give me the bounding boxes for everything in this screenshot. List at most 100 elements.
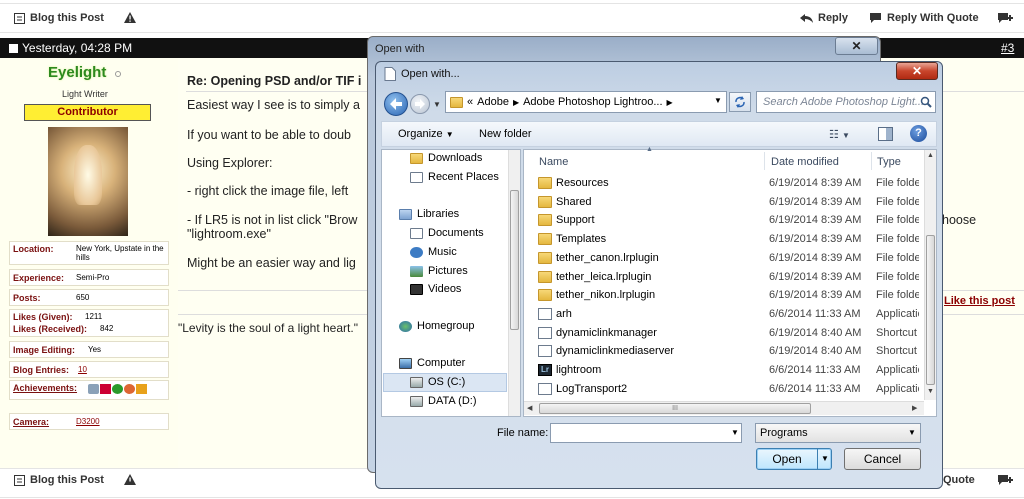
camera-link[interactable]: D3200 <box>76 417 100 426</box>
file-row[interactable]: Resources 6/19/2014 8:39 AM File folder <box>524 174 919 193</box>
like-this-post-link[interactable]: Like this post <box>944 295 1015 307</box>
address-bar[interactable]: « Adobe ▶ Adobe Photoshop Lightroo... ▶ … <box>445 91 727 113</box>
blog-entries-link[interactable]: 10 <box>78 365 87 374</box>
nav-item-documents[interactable]: Documents <box>410 227 484 239</box>
nav-item-data-d[interactable]: DATA (D:) <box>410 395 476 407</box>
nav-item-computer[interactable]: Computer <box>399 357 465 369</box>
file-row[interactable]: Templates 6/19/2014 8:39 AM File folder <box>524 230 919 249</box>
list-horizontal-scrollbar[interactable]: ◀ III ▶ <box>524 401 924 415</box>
breadcrumb-lightroom[interactable]: Adobe Photoshop Lightroo... <box>523 96 662 108</box>
reply-with-quote-button[interactable]: Reply With Quote <box>869 12 979 24</box>
nav-item-homegroup[interactable]: Homegroup <box>399 320 474 332</box>
blog-this-post-link[interactable]: Blog this Post <box>14 12 104 24</box>
warning-icon <box>124 474 136 485</box>
nav-item-videos[interactable]: Videos <box>410 283 461 295</box>
preview-pane-button[interactable] <box>878 127 893 141</box>
file-type: File folder <box>876 214 919 227</box>
multi-quote-icon <box>998 475 1013 485</box>
search-input[interactable]: Search Adobe Photoshop Light... <box>756 91 936 113</box>
file-date: 6/19/2014 8:39 AM <box>769 251 862 264</box>
refresh-button[interactable] <box>729 92 751 112</box>
file-row[interactable]: dynamiclinkmanager 6/19/2014 8:40 AM Short… <box>524 324 919 343</box>
forward-button[interactable] <box>410 94 430 114</box>
post-line: - If LR5 is not in list click "Brow <box>187 213 358 227</box>
user-signature: "Levity is the soul of a light heart." <box>178 321 358 335</box>
file-row[interactable]: arh 6/6/2014 11:33 AM Application <box>524 305 919 324</box>
username-link[interactable]: Eyelight <box>48 64 106 81</box>
file-name: Templates <box>556 233 607 246</box>
breadcrumb-adobe[interactable]: Adobe <box>477 96 509 108</box>
file-row[interactable]: tether_canon.lrplugin 6/19/2014 8:39 AM Fi… <box>524 249 919 268</box>
user-avatar[interactable] <box>48 127 128 236</box>
open-button[interactable]: Open ▼ <box>756 448 832 470</box>
open-split-dropdown-icon[interactable]: ▼ <box>821 454 829 463</box>
file-row[interactable]: Support 6/19/2014 8:39 AM File folder <box>524 211 919 230</box>
blog-entries-label: Blog Entries: <box>13 365 70 375</box>
folder-icon <box>538 289 552 302</box>
address-dropdown-icon[interactable]: ▼ <box>714 96 722 105</box>
file-type-select[interactable]: Programs ▼ <box>755 423 921 443</box>
nav-item-music[interactable]: Music <box>410 246 457 258</box>
reply-with-quote-button[interactable]: Quote <box>943 474 975 486</box>
file-type: File folder <box>876 270 919 283</box>
report-post-button[interactable] <box>124 474 136 485</box>
recent-pages-dropdown[interactable]: ▼ <box>433 100 441 109</box>
file-name: dynamiclinkmanager <box>556 326 657 339</box>
nav-item-recent-places[interactable]: Recent Places <box>410 171 499 183</box>
image-editing-value: Yes <box>88 345 102 354</box>
list-scrollbar-thumb[interactable] <box>926 235 935 385</box>
nav-item-os-c[interactable]: OS (C:) <box>410 376 465 388</box>
post-number-link[interactable]: #3 <box>1001 41 1014 55</box>
list-vertical-scrollbar[interactable]: ▲ ▼ <box>924 150 936 400</box>
file-row[interactable]: tether_nikon.lrplugin 6/19/2014 8:39 AM Fi… <box>524 286 919 305</box>
document-icon <box>384 67 396 81</box>
downloads-icon <box>410 152 423 164</box>
help-button[interactable]: ? <box>910 125 927 142</box>
blog-this-post-link[interactable]: Blog this Post <box>14 474 104 486</box>
scroll-down-icon[interactable]: ▼ <box>927 388 934 395</box>
file-row[interactable]: dynamiclinkmediaserver 6/19/2014 8:40 AM S… <box>524 342 919 361</box>
experience-label: Experience: <box>13 273 65 283</box>
file-row[interactable]: Shared 6/19/2014 8:39 AM File folder <box>524 193 919 212</box>
report-post-button[interactable] <box>124 12 136 23</box>
new-folder-button[interactable]: New folder <box>479 128 532 140</box>
close-button[interactable]: ✕ <box>835 37 878 55</box>
file-row[interactable]: tether_leica.lrplugin 6/19/2014 8:39 AM Fi… <box>524 268 919 287</box>
chevron-down-icon: ▼ <box>445 130 454 139</box>
column-header-type[interactable]: Type <box>877 156 901 168</box>
computer-icon <box>399 357 412 369</box>
nav-scrollbar[interactable] <box>508 150 520 416</box>
list-hscroll-thumb[interactable]: III <box>539 403 811 414</box>
nav-item-downloads[interactable]: Downloads <box>410 152 482 164</box>
column-header-date[interactable]: Date modified <box>771 156 839 168</box>
reply-button[interactable]: Reply <box>800 12 848 24</box>
scroll-up-icon[interactable]: ▲ <box>927 152 934 159</box>
multi-quote-button[interactable] <box>997 474 1013 486</box>
details-view-icon: ☷ <box>829 129 839 141</box>
scroll-right-icon[interactable]: ▶ <box>912 404 917 412</box>
cancel-button[interactable]: Cancel <box>844 448 921 470</box>
folder-icon <box>450 96 463 108</box>
column-header-name[interactable]: Name <box>539 156 568 168</box>
multi-quote-button[interactable] <box>997 12 1013 24</box>
nav-item-pictures[interactable]: Pictures <box>410 265 468 277</box>
blog-icon <box>14 474 25 486</box>
organize-button[interactable]: Organize ▼ <box>398 128 454 140</box>
address-overflow[interactable]: « <box>467 96 473 108</box>
file-name-input[interactable] <box>550 423 742 443</box>
file-row[interactable]: LogTransport2 6/6/2014 11:33 AM Applicatio… <box>524 380 919 399</box>
documents-icon <box>410 227 423 239</box>
close-button[interactable]: ✕ <box>896 62 938 80</box>
scroll-left-icon[interactable]: ◀ <box>527 404 532 412</box>
nav-label: DATA (D:) <box>428 395 477 407</box>
post-timestamp: Yesterday, 04:28 PM <box>22 41 133 55</box>
nav-scrollbar-thumb[interactable] <box>510 190 519 330</box>
app-icon <box>538 307 552 320</box>
achievements-link[interactable]: Achievements: <box>13 383 77 393</box>
file-row[interactable]: Lr lightroom 6/6/2014 11:33 AM Application <box>524 361 919 380</box>
image-editing-label: Image Editing: <box>13 345 76 355</box>
back-button[interactable] <box>384 92 408 116</box>
change-view-button[interactable]: ☷ ▼ <box>829 128 850 141</box>
file-name-dropdown-icon[interactable]: ▼ <box>731 428 739 437</box>
nav-item-libraries[interactable]: Libraries <box>399 208 459 220</box>
